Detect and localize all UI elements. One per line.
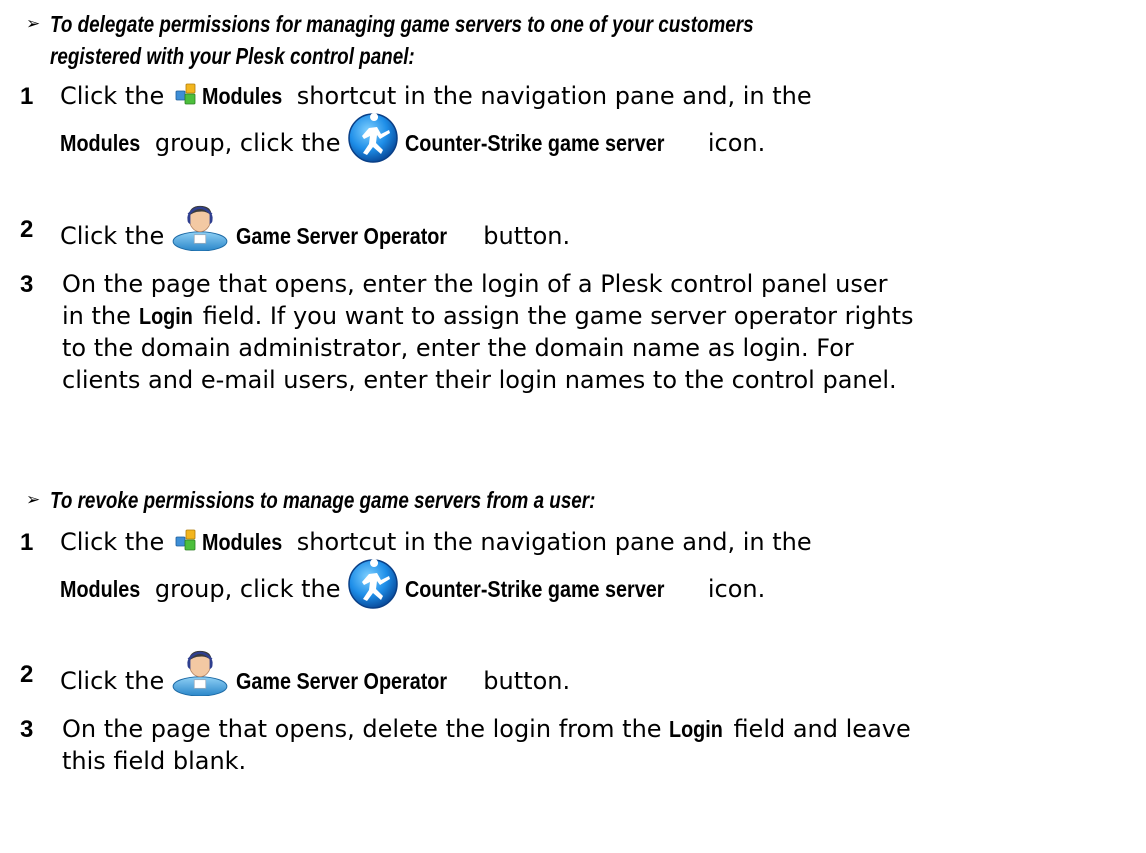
modules-shortcut-label: Modules [201, 83, 283, 109]
modules-group-label: Modules [60, 130, 141, 156]
section1-heading: ➢ To delegate permissions for managing g… [26, 8, 908, 72]
step-text: this field blank. [62, 747, 247, 775]
login-field-label: Login [669, 716, 724, 742]
section2-step-1: 1 Click the Modules shortcut in the navi… [20, 526, 1140, 620]
step-text: in the [62, 302, 131, 330]
step-number: 1 [20, 529, 34, 556]
step-number: 1 [20, 83, 34, 110]
counter-strike-icon [347, 112, 398, 163]
step-number: 2 [20, 661, 34, 688]
arrow-bullet-icon: ➢ [26, 490, 41, 510]
step-text: to the domain administrator, enter the d… [62, 334, 854, 362]
document-page: ➢ To delegate permissions for managing g… [0, 0, 1146, 853]
counter-strike-label: Counter-Strike game server [404, 576, 664, 602]
section2-step-2: 2 Click the Game Server Operator button. [20, 649, 1140, 706]
step-text: On the page that opens, delete the login… [62, 715, 662, 743]
modules-icon [175, 83, 196, 105]
step-text: field and leave [733, 715, 911, 743]
step-text: Click the [60, 667, 165, 695]
step-number: 3 [20, 271, 34, 298]
counter-strike-label: Counter-Strike game server [404, 130, 664, 156]
step-number: 3 [20, 716, 34, 743]
game-server-operator-icon [172, 649, 229, 696]
modules-group-label: Modules [60, 576, 141, 602]
step-text: field. If you want to assign the game se… [202, 302, 914, 330]
step-text: Click the [60, 222, 165, 250]
section2-step-3: 3 On the page that opens, delete the log… [20, 713, 1140, 777]
step-text: clients and e-mail users, enter their lo… [62, 366, 897, 394]
section1-step-2: 2 Click the Game Server Operator button. [20, 204, 1140, 261]
game-server-operator-label: Game Server Operator [236, 223, 448, 249]
step-text: On the page that opens, enter the login … [62, 270, 888, 298]
step-text: icon. [707, 129, 766, 157]
section1-step-3: 3 On the page that opens, enter the logi… [20, 268, 1140, 396]
step-text: button. [483, 667, 571, 695]
section1-heading-line1: To delegate permissions for managing gam… [50, 11, 754, 37]
game-server-operator-label: Game Server Operator [236, 668, 448, 694]
step-text: button. [483, 222, 571, 250]
step-text: shortcut in the navigation pane and, in … [296, 528, 812, 556]
section1-step-1: 1 Click the Modules shortcut in the navi… [20, 80, 1140, 174]
section2-heading-text: To revoke permissions to manage game ser… [50, 487, 596, 513]
counter-strike-icon [347, 558, 398, 609]
step-number: 2 [20, 216, 34, 243]
step-text: shortcut in the navigation pane and, in … [296, 82, 812, 110]
modules-icon [175, 529, 196, 551]
section1-heading-line2: registered with your Plesk control panel… [50, 43, 415, 69]
step-text: Click the [60, 528, 165, 556]
section2-heading: ➢ To revoke permissions to manage game s… [26, 484, 715, 516]
step-text: group, click the [154, 575, 341, 603]
login-field-label: Login [138, 303, 193, 329]
step-text: Click the [60, 82, 165, 110]
step-text: icon. [707, 575, 766, 603]
modules-shortcut-label: Modules [201, 529, 283, 555]
step-text: group, click the [154, 129, 341, 157]
arrow-bullet-icon: ➢ [26, 14, 41, 34]
game-server-operator-icon [172, 204, 229, 251]
